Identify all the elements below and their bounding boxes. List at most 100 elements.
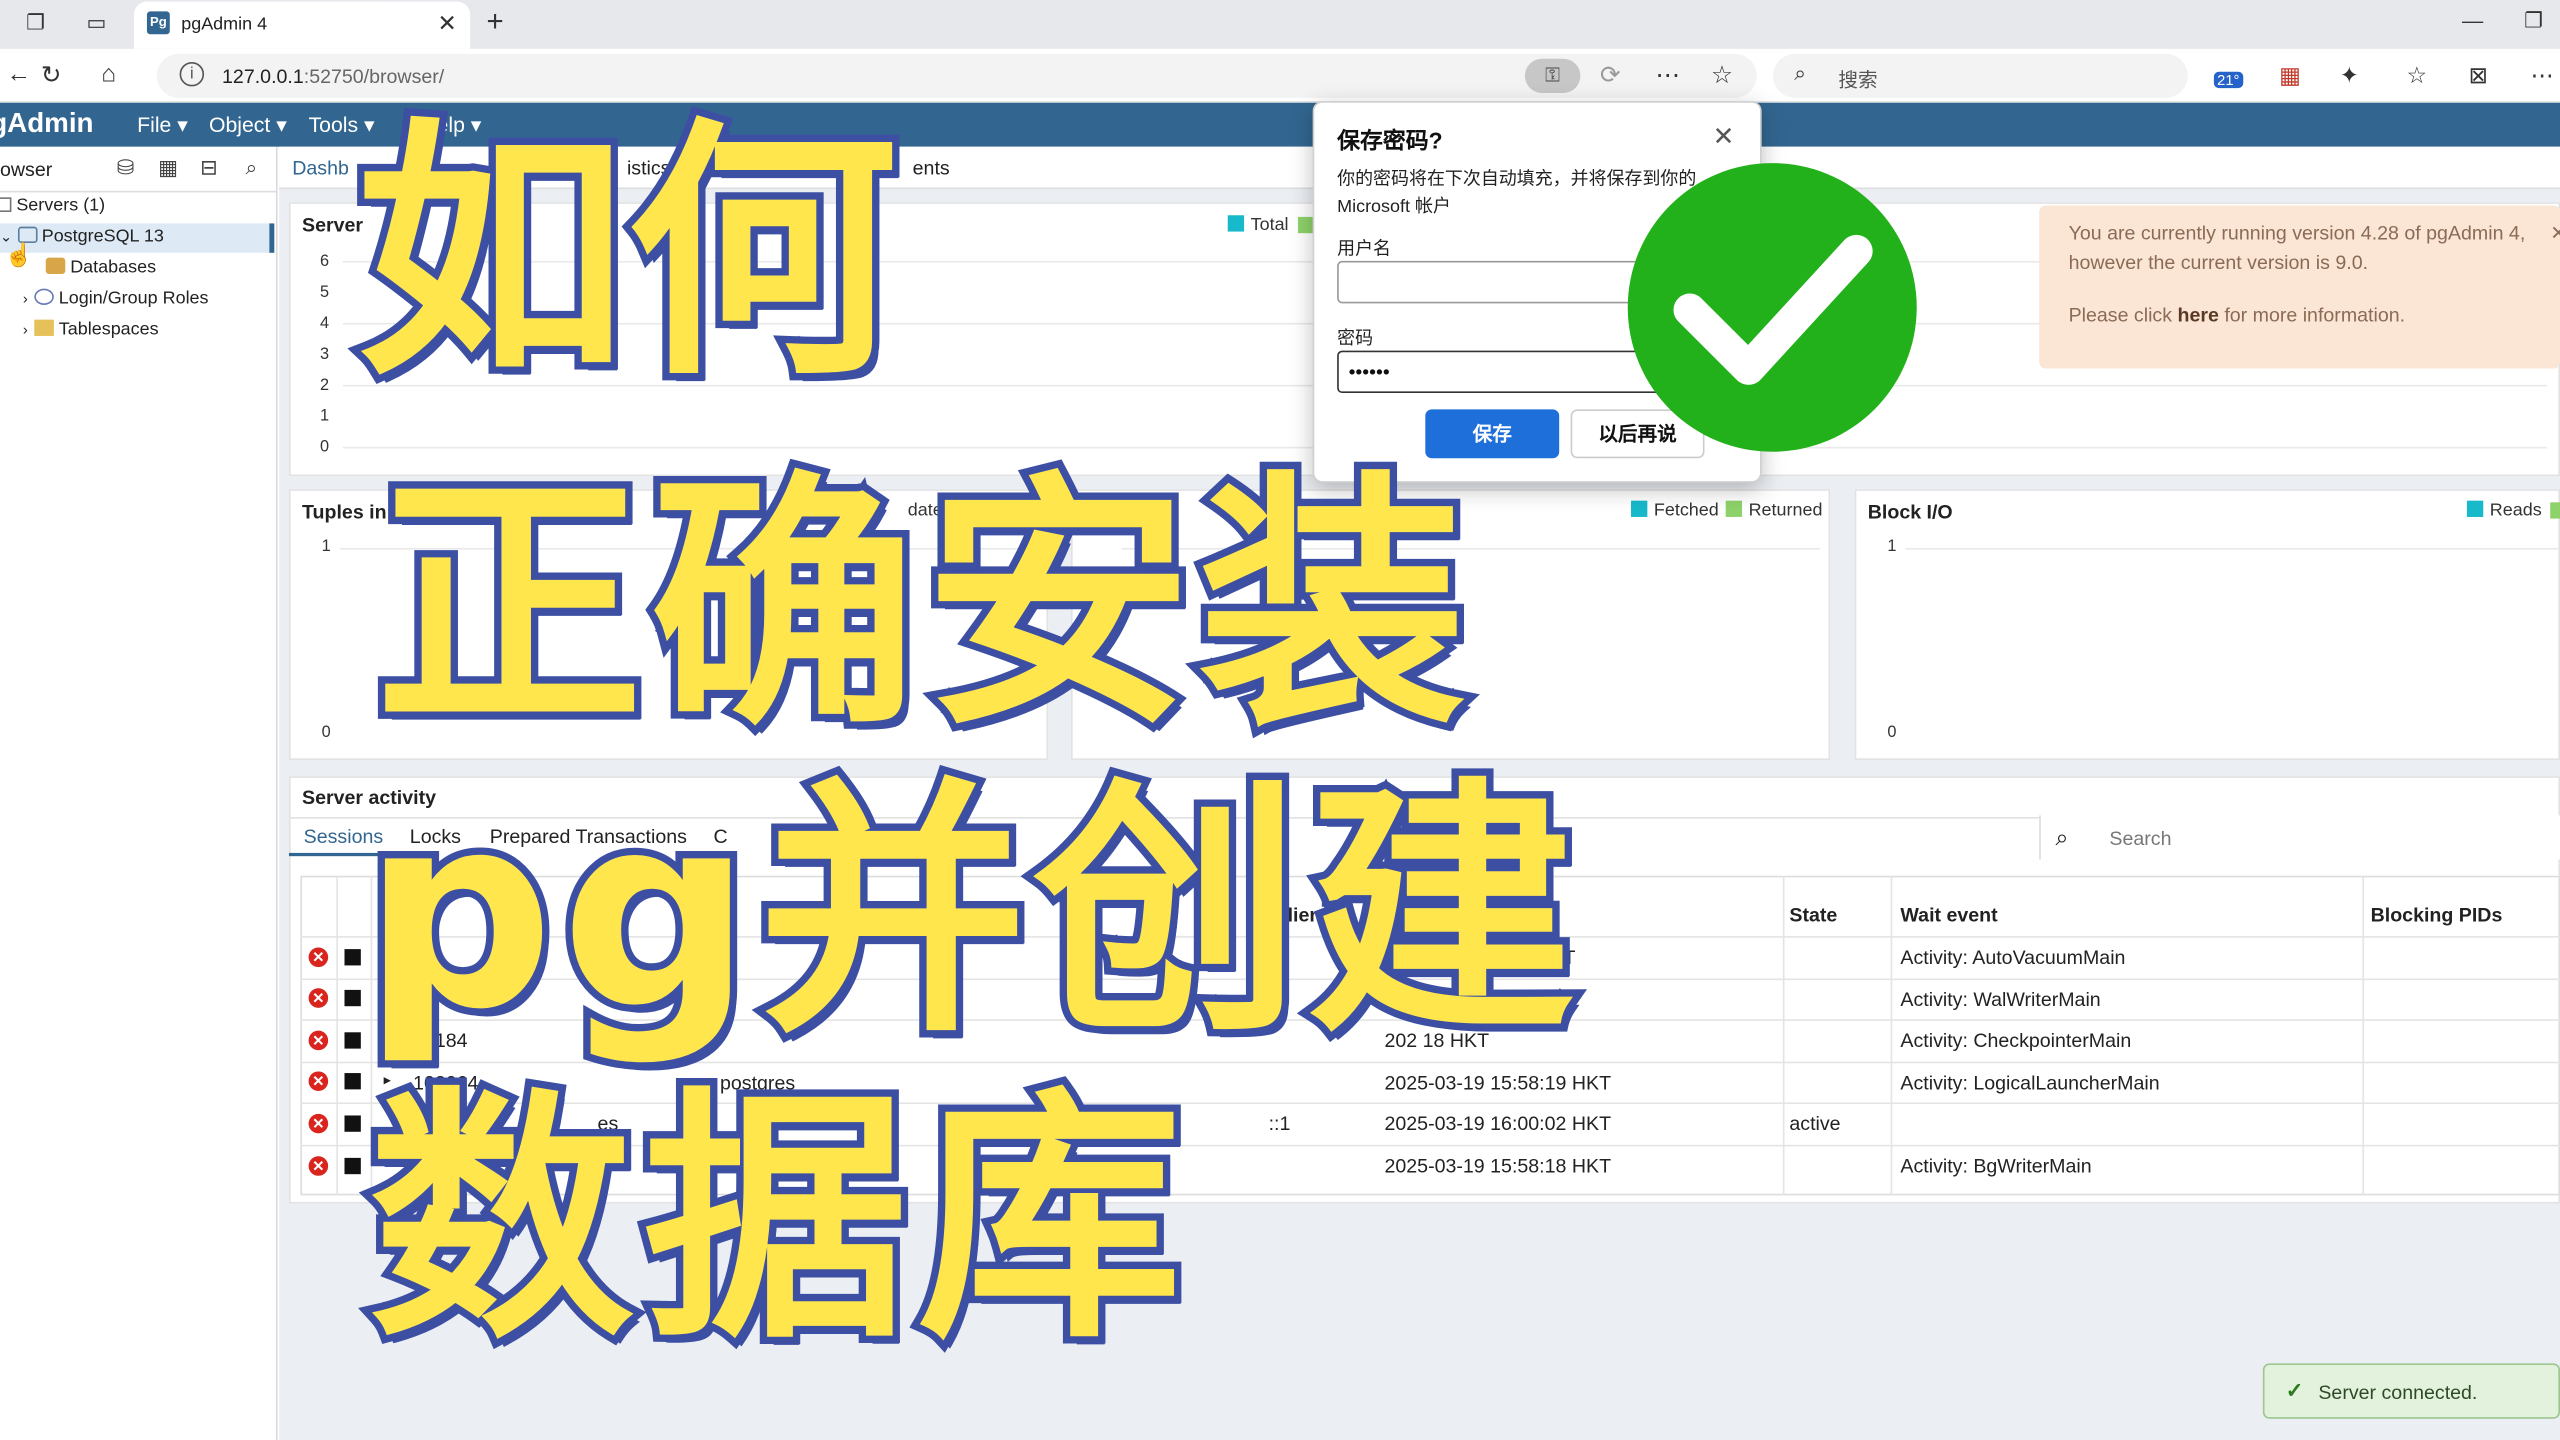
- web-search-placeholder: 搜索: [1838, 68, 1878, 92]
- y-tick: 1: [321, 538, 331, 557]
- tree-item-databases[interactable]: Databases: [45, 257, 156, 277]
- menu-file[interactable]: File ▾: [137, 113, 188, 139]
- legend-total: Total: [1227, 215, 1289, 235]
- tab-dashboard[interactable]: Dashb: [292, 157, 349, 180]
- y-tick: 0: [321, 724, 331, 743]
- terminate-session-icon[interactable]: ✕: [308, 1030, 329, 1051]
- refresh-icon[interactable]: ↻: [41, 60, 62, 90]
- toast-text: Server connected.: [2318, 1381, 2478, 1405]
- url-field[interactable]: i 127.0.0.1:52750/browser/ ⚿ ⟳ ⋯ ☆: [156, 53, 1757, 98]
- y-tick: 0: [320, 438, 330, 457]
- menu-object[interactable]: Object ▾: [209, 113, 287, 139]
- wait-event: Activity: CheckpointerMain: [1900, 1029, 2132, 1052]
- update-line-2: however the current version is 9.0.: [2068, 251, 2369, 274]
- backend-start: 2025-03-19 15:58:18 HKT: [1384, 1154, 1612, 1178]
- col-divider: [336, 875, 338, 1196]
- web-search-field[interactable]: ⌕ 搜索: [1773, 53, 2188, 98]
- expand-icon[interactable]: ›: [23, 321, 28, 337]
- activity-search-field[interactable]: ⌕ Search: [2039, 815, 2560, 860]
- weather-icon[interactable]: 21°: [2213, 71, 2243, 89]
- client-address: ::1: [1268, 1112, 1291, 1136]
- translate-icon[interactable]: ⟳: [1600, 60, 1621, 90]
- legend-hits-swatch: [2550, 502, 2560, 519]
- state: active: [1789, 1112, 1841, 1136]
- y-tick: 0: [1887, 724, 1897, 743]
- tree-item-tablespaces[interactable]: › Tablespaces: [23, 319, 159, 339]
- block-io-card: Block I/O Reads 1 0: [1854, 489, 2560, 760]
- new-tab-icon[interactable]: +: [487, 5, 504, 39]
- search-objects-icon[interactable]: ⌕: [235, 155, 268, 188]
- tablespace-icon: [34, 319, 54, 336]
- password-label: 密码: [1337, 329, 1374, 349]
- wait-event: Activity: WalWriterMain: [1900, 988, 2101, 1012]
- overlay-title-line-1: 如何: [349, 97, 906, 413]
- filter-rows-icon[interactable]: ⊟: [193, 155, 226, 188]
- browser-tab[interactable]: Pg pgAdmin 4 ✕: [133, 1, 471, 49]
- cancel-query-icon[interactable]: [344, 949, 361, 966]
- col-divider: [1782, 875, 1785, 1196]
- overlay-title-line-2: 正确安装: [368, 450, 1473, 762]
- card-title: Block I/O: [1867, 500, 1953, 524]
- cancel-query-icon[interactable]: [344, 1073, 361, 1090]
- check-icon: ✓: [2285, 1378, 2304, 1403]
- calendar-icon[interactable]: ▦: [2279, 62, 2301, 90]
- terminate-session-icon[interactable]: ✕: [308, 947, 329, 968]
- username-label: 用户名: [1337, 239, 1392, 260]
- password-key-icon[interactable]: ⚿: [1524, 58, 1581, 93]
- expand-icon[interactable]: ›: [23, 290, 28, 306]
- cancel-query-icon[interactable]: [344, 1115, 361, 1132]
- y-tick: 4: [320, 314, 330, 333]
- update-link[interactable]: here: [2177, 303, 2218, 326]
- object-browser-panel: owser ⛁ ▦ ⊟ ⌕ Servers (1) ⌄ PostgreSQL 13…: [0, 146, 278, 1440]
- favorites-icon[interactable]: ☆: [2407, 62, 2428, 90]
- favorite-star-icon[interactable]: ☆: [1711, 60, 1733, 90]
- terminate-session-icon[interactable]: ✕: [308, 1156, 329, 1176]
- col-divider: [2362, 875, 2365, 1196]
- wait-event: Activity: AutoVacuumMain: [1900, 945, 2126, 969]
- update-line-1: You are currently running version 4.28 o…: [2068, 221, 2526, 245]
- tab-dependents[interactable]: ents: [913, 157, 950, 180]
- cancel-query-icon[interactable]: [344, 1157, 361, 1175]
- col-header-wait-event[interactable]: Wait event: [1900, 903, 1997, 926]
- notice-close-icon[interactable]: ✕: [2550, 222, 2560, 245]
- home-icon[interactable]: ⌂: [101, 60, 116, 88]
- reader-icon[interactable]: ⋯: [1656, 60, 1680, 90]
- card-title: Tuples in: [302, 500, 387, 524]
- checkmark-icon: [1627, 163, 1917, 452]
- address-bar-row: ← ↻ ⌂ i 127.0.0.1:52750/browser/ ⚿ ⟳ ⋯ ☆…: [0, 48, 2560, 103]
- tree-item-roles[interactable]: › Login/Group Roles: [23, 288, 209, 308]
- roles-icon: [34, 288, 54, 305]
- gridline: [1905, 547, 2559, 550]
- checkmark-glyph: [1673, 234, 1873, 385]
- col-header-blocking-pids[interactable]: Blocking PIDs: [2371, 903, 2503, 926]
- extensions-icon[interactable]: ✦: [2340, 62, 2359, 90]
- terminate-session-icon[interactable]: ✕: [308, 1113, 329, 1134]
- tab-close-icon[interactable]: ✕: [438, 10, 457, 38]
- browser-panel-title: owser: [0, 158, 53, 182]
- y-tick: 2: [320, 376, 330, 395]
- restore-icon[interactable]: ❐: [2524, 8, 2543, 34]
- tree-item-servers[interactable]: Servers (1): [0, 196, 105, 215]
- cancel-query-icon[interactable]: [344, 989, 361, 1007]
- col-divider: [1890, 875, 1893, 1196]
- terminate-session-icon[interactable]: ✕: [308, 988, 329, 1008]
- mouse-cursor-icon: ☝: [4, 241, 34, 268]
- screenshot-icon[interactable]: ⊠: [2469, 62, 2488, 90]
- overlay-title-line-4: 数据库: [362, 1068, 1192, 1375]
- site-info-icon[interactable]: i: [179, 61, 205, 87]
- col-header-state[interactable]: State: [1789, 903, 1837, 926]
- view-data-icon[interactable]: ▦: [152, 155, 185, 188]
- url-text[interactable]: 127.0.0.1:52750/browser/: [222, 65, 444, 88]
- vertical-tabs-icon[interactable]: ▭: [87, 10, 107, 36]
- workspaces-icon[interactable]: ❐: [26, 10, 45, 36]
- terminate-session-icon[interactable]: ✕: [308, 1071, 329, 1092]
- back-icon[interactable]: ←: [7, 60, 31, 88]
- cancel-query-icon[interactable]: [344, 1032, 361, 1049]
- y-tick: 3: [320, 345, 330, 364]
- close-icon[interactable]: ✕: [1713, 121, 1735, 154]
- pgadmin-logo: gAdmin: [0, 107, 94, 139]
- backend-start: 2025-03-19 16:00:02 HKT: [1384, 1112, 1612, 1136]
- more-menu-icon[interactable]: ⋯: [2531, 62, 2554, 90]
- query-tool-icon[interactable]: ⛁: [109, 155, 142, 188]
- minimize-icon[interactable]: —: [2462, 8, 2483, 32]
